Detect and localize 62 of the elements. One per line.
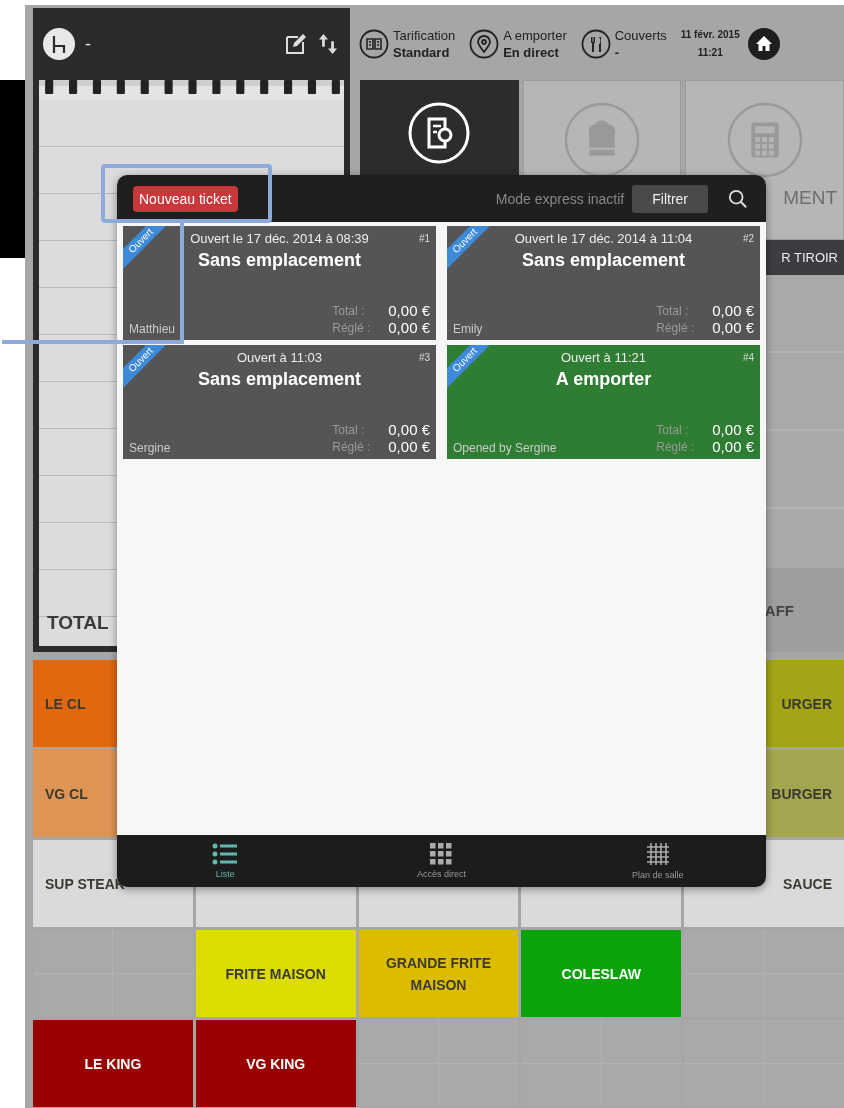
receipt-icon xyxy=(407,101,472,165)
product-tile[interactable]: FRITE MAISON xyxy=(195,930,356,1017)
amount-value: 0,00 € xyxy=(712,302,754,319)
opened-text: Ouvert à 11:03 xyxy=(235,350,323,365)
product-tile[interactable]: GRANDE FRITE MAISON xyxy=(358,930,519,1017)
amount-value: 0,00 € xyxy=(388,421,430,438)
info-value: Standard xyxy=(393,44,451,61)
cutlery-icon[interactable] xyxy=(580,29,611,59)
amount-label: Total : xyxy=(332,303,366,318)
home-icon[interactable] xyxy=(747,28,780,60)
ticket-location: Sans emplacement xyxy=(196,250,363,271)
time-text: 11:21 xyxy=(697,46,723,60)
new-ticket-button[interactable]: Nouveau ticket xyxy=(133,185,238,212)
ticket-user: Sergine xyxy=(129,441,171,455)
ticket-location: Sans emplacement xyxy=(196,369,363,390)
edit-icon[interactable] xyxy=(284,32,308,56)
view-tab[interactable]: Accès direct xyxy=(333,835,550,887)
total-label: TOTAL xyxy=(47,612,110,634)
ticket-number: #4 xyxy=(741,352,754,363)
ticket-user: Opened by Sergine xyxy=(453,441,557,455)
book-icon[interactable] xyxy=(359,29,389,59)
info-value: - xyxy=(614,44,621,61)
ticket-location: Sans emplacement xyxy=(520,250,687,271)
ticket-user: Matthieu xyxy=(129,322,176,336)
filter-button[interactable]: Filtrer xyxy=(632,184,708,213)
location-pin-icon[interactable] xyxy=(469,29,500,59)
amount-label: Total : xyxy=(656,422,690,437)
amount-value: 0,00 € xyxy=(388,319,430,336)
info-value: En direct xyxy=(503,44,560,61)
amount-label: Total : xyxy=(656,303,690,318)
date-text: 11 févr. 2015 xyxy=(680,28,740,42)
amount-value: 0,00 € xyxy=(388,438,430,455)
info-label: A emporter xyxy=(503,27,567,44)
product-tile[interactable]: LE KING xyxy=(33,1020,193,1107)
grid-icon xyxy=(430,843,453,865)
opened-text: Ouvert à 11:21 xyxy=(559,350,647,365)
sort-icon[interactable] xyxy=(318,33,338,55)
amount-label: Réglé : xyxy=(332,320,371,335)
table-value: - xyxy=(85,33,91,55)
info-label: Couverts xyxy=(614,27,667,44)
ticket-location: A emporter xyxy=(554,369,653,390)
opened-text: Ouvert le 17 déc. 2014 à 08:39 xyxy=(189,231,370,246)
amount-label: Réglé : xyxy=(332,439,371,454)
list-icon xyxy=(212,843,239,865)
amount-label: Réglé : xyxy=(656,320,695,335)
hash-grid-icon xyxy=(645,842,670,866)
search-icon[interactable] xyxy=(728,188,748,209)
amount-label: Réglé : xyxy=(656,439,695,454)
chair-icon[interactable] xyxy=(43,28,75,60)
product-tile[interactable]: VG KING xyxy=(195,1020,356,1107)
amount-value: 0,00 € xyxy=(712,438,754,455)
tile-label: MENT xyxy=(783,187,837,209)
express-mode-text: Mode express inactif xyxy=(495,190,625,207)
ticket-user: Emily xyxy=(453,322,483,336)
calculator-icon xyxy=(725,101,804,179)
amount-label: Total : xyxy=(332,422,366,437)
amount-value: 0,00 € xyxy=(712,421,754,438)
info-label: Tarification xyxy=(393,27,456,44)
amount-value: 0,00 € xyxy=(712,319,754,336)
ticket-number: #3 xyxy=(417,352,430,363)
amount-value: 0,00 € xyxy=(388,302,430,319)
ticket-number: #1 xyxy=(417,233,430,244)
